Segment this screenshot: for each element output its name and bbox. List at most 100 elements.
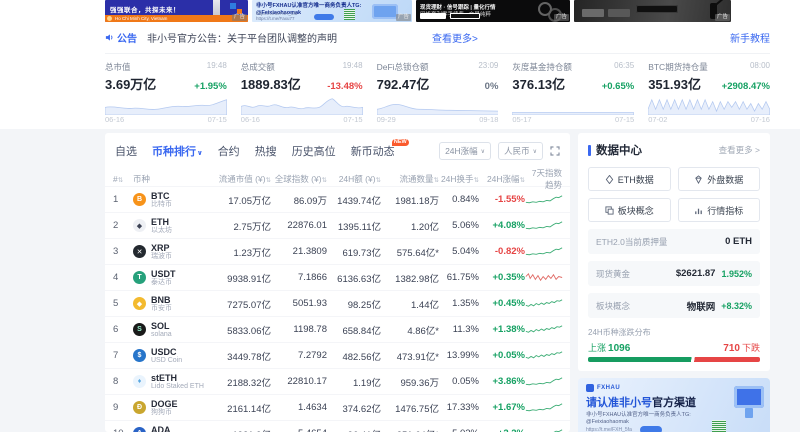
data-center-more-link[interactable]: 查看更多 > [719, 144, 760, 156]
table-row[interactable]: 9 Ð DOGE狗狗币 2161.14亿 1.4634 374.62亿 1476… [105, 394, 570, 420]
col-24h-volume[interactable]: 24H额 (¥)⇅ [327, 173, 381, 185]
col-market-cap[interactable]: 流通市值 (¥)⇅ [213, 173, 271, 185]
indicator-icon [694, 206, 703, 215]
sidebar-ad-banner[interactable]: FXHAU 请认准非小号官方渠道 非小号FXHAU认准官方唯一商务负责人TG: … [578, 378, 770, 432]
coin-cell[interactable]: A ADA艾达币 [133, 425, 213, 432]
stat-card[interactable]: DeFi总锁仓额 23:09 792.47亿 0% 09-29 09-18 [377, 61, 499, 124]
coin-cell[interactable]: ✕ XRP瑞波币 [133, 243, 213, 261]
coin-symbol: SOL [151, 321, 172, 331]
stat-date-to: 07-15 [615, 115, 634, 124]
stat-change: +1.95% [194, 81, 227, 92]
chevron-down-icon: ∨ [533, 148, 537, 155]
coin-icon: A [133, 427, 146, 432]
col-supply[interactable]: 流通数量⇅ [381, 173, 439, 185]
stat-value: 1889.83亿 [241, 74, 301, 93]
announcement-text[interactable]: 非小号官方公告：关于平台团队调整的声明 [147, 30, 337, 45]
data-center-card: 数据中心 查看更多 > ETH数据 外盘数据 板块概念 行情指 [578, 133, 770, 371]
table-row[interactable]: 7 $ USDCUSD Coin 3449.78亿 7.2792 482.56亿… [105, 342, 570, 368]
down-count: 710下跌 [723, 341, 760, 354]
tab-new-coins[interactable]: 新币动态NEW [351, 143, 395, 159]
sparkline [525, 297, 563, 310]
stat-time: 08:00 [750, 61, 770, 73]
stat-date-from: 07-02 [648, 115, 667, 124]
stat-label: BTC期货持仓量 [648, 61, 708, 73]
coin-symbol: BNB [151, 295, 172, 305]
table-row[interactable]: 6 S SOLsolana 5833.06亿 1198.78 658.84亿 4… [105, 316, 570, 342]
col-rank[interactable]: #⇅ [113, 174, 133, 184]
table-row[interactable]: 8 ♦ stETHLido Staked ETH 2188.32亿 22810.… [105, 368, 570, 394]
sector-concept-button[interactable]: 板块概念 [588, 198, 671, 222]
tab-contracts[interactable]: 合约 [218, 143, 240, 159]
stat-change: +2908.47% [722, 81, 770, 92]
col-7d-trend: 7天指数趋势 [525, 167, 562, 191]
ad-subtitle: 非小号FXHAU认准官方唯一商务负责人TG: @Feixiaohaomak [586, 412, 708, 425]
coin-cell[interactable]: ◆ ETH以太坊 [133, 217, 213, 235]
change-cell: +1.38% [479, 324, 525, 335]
stat-change: -13.48% [327, 81, 362, 92]
stat-card[interactable]: 总成交额 19:48 1889.83亿 -13.48% 06-16 07-15 [241, 61, 363, 124]
outer-market-button[interactable]: 外盘数据 [678, 167, 761, 191]
banner-button[interactable] [314, 14, 334, 20]
col-turnover[interactable]: 24H换手⇅ [439, 173, 479, 185]
stat-card[interactable]: 总市值 19:48 3.69万亿 +1.95% 06-16 07-15 [105, 61, 227, 124]
market-cap-cell: 3449.78亿 [213, 349, 271, 363]
market-indicator-button[interactable]: 行情指标 [678, 198, 761, 222]
spot-gold-row[interactable]: 现货黄金 $2621.87 1.952% [588, 261, 760, 286]
sparkline [525, 219, 563, 232]
coin-cell[interactable]: T USDT泰达币 [133, 269, 213, 287]
coin-cell[interactable]: Ð DOGE狗狗币 [133, 399, 213, 417]
coin-cell[interactable]: ♦ stETHLido Staked ETH [133, 373, 213, 391]
sparkline [525, 401, 563, 414]
up-count: 上涨1096 [588, 341, 630, 354]
ad-banner-1[interactable]: 强强联合，共探未来！ Ho Chi Minh City, Vietnam 广告 [105, 0, 248, 22]
stat-card[interactable]: 灰度基金持仓额 06:35 376.13亿 +0.65% 05-17 07-15 [512, 61, 634, 124]
sector-concept-row[interactable]: 板块概念 物联网 +8.32% [588, 293, 760, 318]
robot-graphic [372, 4, 398, 19]
table-row[interactable]: 4 T USDT泰达币 9938.91亿 7.1866 6136.63亿 138… [105, 264, 570, 290]
stat-value: 792.47亿 [377, 74, 430, 93]
coin-name: USD Coin [151, 357, 182, 365]
volume-cell: 658.84亿 [327, 323, 381, 337]
fullscreen-icon[interactable] [550, 146, 560, 156]
table-row[interactable]: 3 ✕ XRP瑞波币 1.23万亿 21.3809 619.73亿 575.64… [105, 238, 570, 264]
right-sidebar: 数据中心 查看更多 > ETH数据 外盘数据 板块概念 行情指 [578, 133, 770, 432]
range-filter-dropdown[interactable]: 24H涨幅∨ [439, 142, 491, 160]
global-index-cell: 7.2792 [271, 350, 327, 361]
table-row[interactable]: 5 ◆ BNB币安币 7275.07亿 5051.93 98.25亿 1.44亿… [105, 290, 570, 316]
tab-hot-search[interactable]: 热搜 [255, 143, 277, 159]
supply-cell: 575.64亿* [381, 245, 439, 259]
currency-dropdown[interactable]: 人民币∨ [498, 142, 543, 160]
table-row[interactable]: 1 B BTC比特币 17.05万亿 86.09万 1439.74亿 1981.… [105, 186, 570, 212]
table-row[interactable]: 10 A ADA艾达币 1921.9亿 5.4654 96.41亿 351.64… [105, 420, 570, 432]
table-row[interactable]: 2 ◆ ETH以太坊 2.75万亿 22876.01 1395.11亿 1.20… [105, 212, 570, 238]
col-global-index[interactable]: 全球指数 (¥)⇅ [271, 173, 327, 185]
stat-value: 376.13亿 [512, 74, 565, 93]
ad-banner-4[interactable]: 广告 [574, 0, 731, 22]
tutorial-link[interactable]: 新手教程 [730, 30, 770, 45]
mini-area-chart [512, 94, 634, 115]
eth2-staking-row[interactable]: ETH2.0当前质押量 0 ETH [588, 229, 760, 254]
stat-time: 06:35 [614, 61, 634, 73]
coin-cell[interactable]: $ USDCUSD Coin [133, 347, 213, 365]
tab-coin-ranking[interactable]: 币种排行∨ [152, 143, 203, 159]
coin-icon: $ [133, 349, 146, 362]
volume-cell: 96.41亿 [327, 427, 381, 432]
ad-button[interactable] [640, 426, 662, 432]
coin-cell[interactable]: S SOLsolana [133, 321, 213, 339]
eth-data-button[interactable]: ETH数据 [588, 167, 671, 191]
stat-card[interactable]: BTC期货持仓量 08:00 351.93亿 +2908.47% 07-02 0… [648, 61, 770, 124]
supply-cell: 1981.18万 [381, 193, 439, 207]
stat-label: 总成交额 [241, 61, 275, 73]
stat-date-from: 06-16 [105, 115, 124, 124]
ad-banner-3[interactable]: 现货理财 · 信号跟踪 | 量化行情 网格套利零手续费 · 交易纯粹 广告 [416, 0, 570, 22]
stat-time: 19:48 [207, 61, 227, 73]
col-24h-change[interactable]: 24H涨幅⇅ [479, 173, 525, 185]
tab-watchlist[interactable]: 自选 [115, 143, 137, 159]
announcement-bar: 公告 非小号官方公告：关于平台团队调整的声明 查看更多> 新手教程 [105, 22, 770, 54]
coin-cell[interactable]: B BTC比特币 [133, 191, 213, 209]
tab-historic-high[interactable]: 历史高位 [292, 143, 336, 159]
coin-cell[interactable]: ◆ BNB币安币 [133, 295, 213, 313]
supply-cell: 1476.75亿 [381, 401, 439, 415]
announcement-more-link[interactable]: 查看更多> [432, 30, 478, 45]
ad-banner-2[interactable]: 非小号FXHAU认准官方唯一商务负责人TG: @Feixiaohaomak ht… [252, 0, 412, 22]
